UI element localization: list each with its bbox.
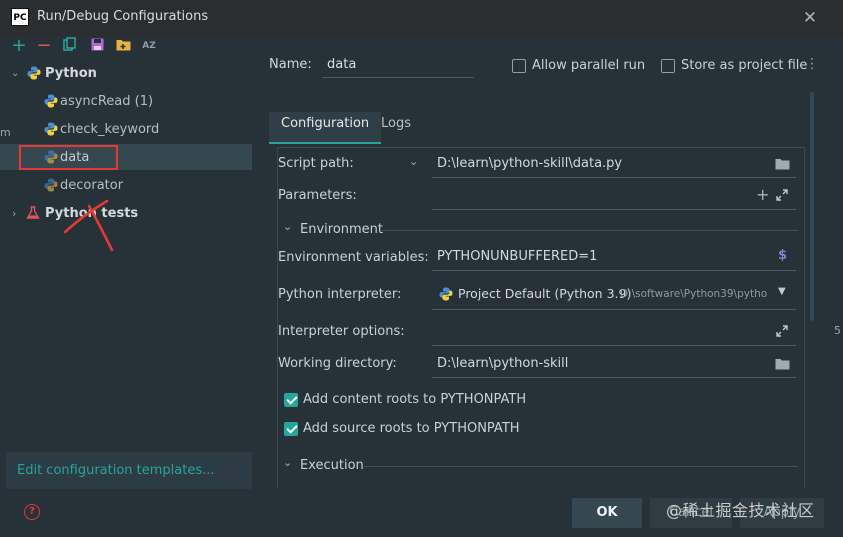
python-icon	[44, 94, 58, 108]
plus-icon[interactable]: +	[756, 185, 769, 204]
tree-item-decorator[interactable]: decorator	[0, 172, 252, 198]
save-icon[interactable]	[88, 37, 106, 55]
chevron-down-icon[interactable]: ⌄	[11, 68, 19, 79]
background-text-fragment: m	[0, 126, 11, 139]
parameters-label: Parameters:	[278, 188, 357, 203]
pycharm-logo-icon: PC	[11, 8, 29, 26]
python-interpreter-label: Python interpreter:	[278, 287, 402, 302]
more-options-icon[interactable]: ⋮	[805, 56, 819, 72]
folder-icon[interactable]	[775, 158, 790, 170]
configurations-sidebar: + − AZ ⌄ Python asyncRead (1) check_keyw…	[0, 36, 252, 489]
copy-icon[interactable]	[61, 37, 79, 55]
name-label: Name:	[269, 57, 312, 72]
working-directory-input[interactable]: D:\learn\python-skill	[432, 350, 796, 378]
parameters-input[interactable]	[432, 182, 796, 210]
python-interpreter-select[interactable]: Project Default (Python 3.9) D:\software…	[432, 278, 796, 310]
expand-icon[interactable]	[776, 325, 788, 337]
name-input[interactable]: data	[322, 53, 474, 78]
add-content-roots-checkbox[interactable]	[284, 393, 298, 407]
tab-logs[interactable]: Logs	[369, 112, 423, 144]
add-content-roots-label: Add content roots to PYTHONPATH	[303, 392, 527, 407]
tree-group-python-tests[interactable]: › Python tests	[0, 200, 252, 226]
ok-button[interactable]: OK	[572, 498, 642, 528]
sort-alphabetically-icon[interactable]: AZ	[140, 37, 158, 55]
add-source-roots-checkbox[interactable]	[284, 422, 298, 436]
remove-icon[interactable]: −	[35, 37, 53, 55]
window-title: Run/Debug Configurations	[37, 9, 209, 24]
chevron-down-icon[interactable]: ⌄	[283, 220, 292, 233]
watermark-text: @稀土掘金技术社区	[666, 501, 815, 520]
tree-item-label: asyncRead (1)	[60, 93, 154, 109]
red-cross-annotation-icon	[63, 199, 114, 252]
expand-icon[interactable]	[776, 189, 788, 201]
red-annotation-box	[19, 145, 118, 170]
tab-configuration[interactable]: Configuration	[269, 112, 382, 144]
tree-group-label: Python	[45, 65, 97, 81]
add-icon[interactable]: +	[10, 37, 28, 55]
background-text-fragment: 5	[834, 324, 841, 337]
edit-configuration-templates-link[interactable]: Edit configuration templates...	[6, 452, 252, 489]
sidebar-toolbar: + − AZ	[0, 36, 252, 58]
environment-variables-label: Environment variables:	[278, 250, 429, 265]
allow-parallel-run-checkbox[interactable]	[512, 59, 526, 73]
allow-parallel-run-label: Allow parallel run	[532, 58, 646, 73]
interpreter-path: D:\software\Python39\pytho	[620, 288, 768, 300]
new-folder-icon[interactable]	[114, 37, 132, 55]
script-path-label: Script path:	[278, 156, 354, 171]
interpreter-options-input[interactable]	[432, 318, 796, 346]
add-source-roots-label: Add source roots to PYTHONPATH	[303, 421, 520, 436]
python-icon	[44, 178, 58, 192]
chevron-down-icon[interactable]: ⌄	[409, 155, 418, 168]
tree-group-python[interactable]: ⌄ Python	[0, 60, 252, 86]
store-as-project-file-checkbox[interactable]	[661, 59, 675, 73]
folder-icon[interactable]	[775, 358, 790, 370]
environment-section-header: Environment	[300, 222, 384, 237]
section-divider	[364, 466, 798, 467]
chevron-down-icon[interactable]: ⌄	[283, 456, 292, 469]
execution-section-header: Execution	[300, 458, 364, 473]
tree-item-label: check_keyword	[60, 121, 160, 137]
python-icon	[439, 287, 453, 301]
working-directory-label: Working directory:	[278, 356, 397, 371]
configuration-form: Script path: ⌄ D:\learn\python-skill\dat…	[277, 147, 805, 489]
test-flask-icon	[26, 206, 40, 219]
vertical-scrollbar[interactable]	[810, 92, 814, 321]
python-icon	[27, 66, 41, 80]
store-as-project-file-label: Store as project file	[681, 58, 808, 73]
help-button[interactable]: ?	[24, 504, 40, 520]
interpreter-name: Project Default (Python 3.9)	[458, 286, 632, 301]
tree-item-label: decorator	[60, 177, 124, 193]
configuration-editor: Name: data Allow parallel run Store as p…	[252, 36, 843, 489]
environment-variables-input[interactable]: PYTHONUNBUFFERED=1	[432, 243, 796, 271]
close-button[interactable]: ✕	[799, 7, 821, 29]
dropdown-arrow-icon[interactable]: ▼	[778, 286, 786, 297]
tree-item-check-keyword[interactable]: check_keyword	[0, 116, 252, 142]
python-icon	[44, 122, 58, 136]
section-divider	[380, 230, 798, 231]
script-path-input[interactable]: D:\learn\python-skill\data.py	[432, 150, 796, 178]
chevron-right-icon[interactable]: ›	[12, 207, 16, 220]
edit-templates-label: Edit configuration templates...	[17, 463, 215, 478]
dollar-icon[interactable]: $	[778, 248, 787, 263]
title-bar: PC Run/Debug Configurations ✕	[0, 0, 843, 36]
tree-item-asyncread[interactable]: asyncRead (1)	[0, 88, 252, 114]
interpreter-options-label: Interpreter options:	[278, 324, 405, 339]
